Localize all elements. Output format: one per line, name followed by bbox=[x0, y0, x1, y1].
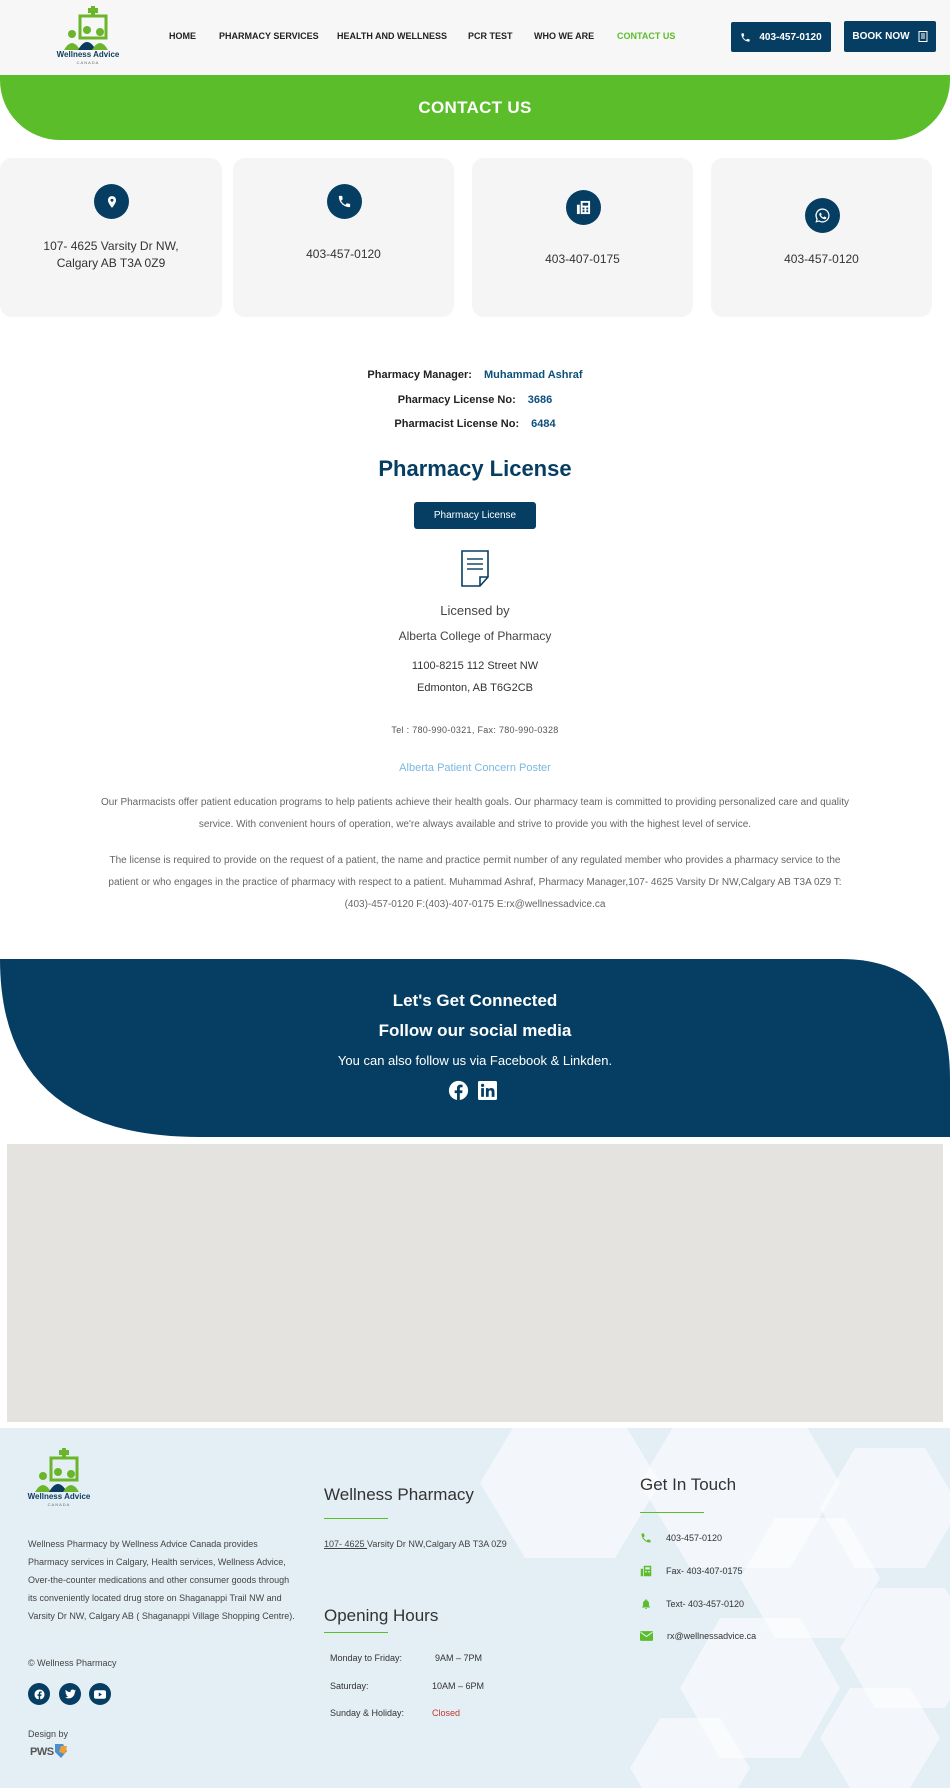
nav-who-we-are[interactable]: WHO WE ARE bbox=[534, 31, 594, 41]
bell-icon bbox=[642, 1599, 650, 1609]
phone-icon bbox=[741, 32, 750, 42]
book-now-button[interactable]: BOOK NOW bbox=[844, 21, 936, 52]
pharmacist-education-paragraph: Our Pharmacists offer patient education … bbox=[101, 797, 849, 830]
call-button-label: 403-457-0120 bbox=[759, 31, 822, 43]
mail-icon bbox=[640, 1631, 653, 1641]
hours-row-saturday: Saturday: 10AM – 6PM bbox=[330, 1681, 484, 1691]
phone-icon bbox=[641, 1533, 651, 1543]
get-in-touch-heading: Get In Touch bbox=[640, 1475, 737, 1494]
address-card: 107- 4625 Varsity Dr NW, Calgary AB T3A … bbox=[0, 158, 222, 317]
contact-row-phone[interactable]: 403-457-0120 bbox=[640, 1532, 722, 1544]
logo-subtext: CANADA bbox=[76, 60, 100, 65]
logo-text: Wellness Advice bbox=[56, 50, 120, 59]
social-subtitle: You can also follow us via Facebook & Li… bbox=[337, 1053, 613, 1068]
college-address-line-1: 1100-8215 112 Street NW bbox=[411, 660, 539, 672]
social-title-2: Follow our social media bbox=[378, 1021, 572, 1040]
page-title: CONTACT US bbox=[418, 97, 532, 117]
pws-logo-mark bbox=[55, 1744, 67, 1758]
footer-address: 107- 4625 Varsity Dr NW,Calgary AB T3A 0… bbox=[324, 1535, 507, 1553]
opening-hours-heading: Opening Hours bbox=[324, 1606, 439, 1625]
page-hero: CONTACT US bbox=[0, 75, 950, 140]
footer-twitter-icon[interactable] bbox=[59, 1683, 81, 1705]
hours-row-sunday: Sunday & Holiday: Closed bbox=[330, 1708, 460, 1718]
call-button[interactable]: 403-457-0120 bbox=[731, 22, 831, 52]
site-footer: Wellness Advice CANADA Wellness Pharmacy… bbox=[0, 1428, 950, 1788]
social-section: Let's Get Connected Follow our social me… bbox=[0, 959, 950, 1137]
college-tel-fax: Tel : 780-990-0321, Fax: 780-990-0328 bbox=[391, 725, 559, 735]
footer-logo-text: Wellness Advice bbox=[27, 1492, 91, 1501]
book-now-label: BOOK NOW bbox=[852, 31, 910, 42]
phone-card: 403-457-0120 bbox=[233, 158, 454, 317]
nav-home[interactable]: HOME bbox=[169, 31, 196, 41]
heading-underline bbox=[640, 1512, 704, 1513]
hours-time: 10AM – 6PM bbox=[432, 1681, 485, 1691]
footer-youtube-icon[interactable] bbox=[89, 1683, 111, 1705]
pharmacy-license-label: Pharmacy License No: bbox=[397, 394, 516, 406]
pharmacist-license-row: Pharmacist License No: 6484 bbox=[0, 418, 950, 430]
site-header: Wellness Advice CANADA HOME PHARMACY SER… bbox=[0, 0, 950, 75]
footer-copyright: © Wellness Pharmacy bbox=[28, 1658, 117, 1668]
pws-logo[interactable]: PWS bbox=[30, 1746, 54, 1758]
phone-icon bbox=[326, 184, 362, 219]
contact-row-fax[interactable]: Fax- 403-407-0175 bbox=[640, 1565, 743, 1577]
college-name: Alberta College of Pharmacy bbox=[398, 629, 552, 643]
contact-phone: 403-457-0120 bbox=[666, 1533, 723, 1543]
hours-day: Sunday & Holiday: bbox=[330, 1708, 405, 1718]
heading-underline bbox=[324, 1518, 388, 1519]
patient-concern-poster-link[interactable]: Alberta Patient Concern Poster bbox=[0, 762, 950, 774]
contact-row-email[interactable]: rx@wellnessadvice.ca bbox=[640, 1631, 756, 1641]
address-line-2: Calgary AB T3A 0Z9 bbox=[56, 256, 166, 270]
pharmacist-license-value: 6484 bbox=[531, 418, 556, 430]
heading-underline bbox=[324, 1632, 388, 1633]
license-requirement-paragraph: The license is required to provide on th… bbox=[108, 855, 842, 910]
footer-facebook-icon[interactable] bbox=[28, 1683, 50, 1705]
footer-about-text: Wellness Pharmacy by Wellness Advice Can… bbox=[28, 1539, 295, 1621]
manager-value: Muhammad Ashraf bbox=[483, 369, 583, 381]
pharmacy-license-heading: Pharmacy License bbox=[378, 456, 572, 481]
licensed-by-text: Licensed by bbox=[440, 603, 510, 618]
contact-row-text[interactable]: Text- 403-457-0120 bbox=[640, 1598, 744, 1610]
manager-label: Pharmacy Manager: bbox=[367, 369, 472, 381]
nav-health-and-wellness[interactable]: HEALTH AND WELLNESS bbox=[337, 31, 447, 41]
fax-card: 403-407-0175 bbox=[472, 158, 693, 317]
hours-closed: Closed bbox=[432, 1708, 461, 1718]
document-icon bbox=[918, 31, 928, 42]
nav-contact-us[interactable]: CONTACT US bbox=[617, 31, 675, 41]
contact-text: Text- 403-457-0120 bbox=[666, 1599, 745, 1609]
address-line-1: 107- 4625 Varsity Dr NW, bbox=[43, 239, 179, 253]
college-address-line-2: Edmonton, AB T6G2CB bbox=[417, 682, 533, 694]
footer-pharmacy-heading: Wellness Pharmacy bbox=[324, 1485, 474, 1504]
hours-time: 9AM – 7PM bbox=[435, 1653, 483, 1663]
manager-row: Pharmacy Manager: Muhammad Ashraf bbox=[0, 369, 950, 381]
linkedin-icon[interactable] bbox=[478, 1081, 497, 1100]
decor-hex bbox=[480, 1428, 660, 1558]
fax-number: 403-407-0175 bbox=[545, 252, 620, 266]
fax-icon bbox=[565, 190, 601, 225]
footer-address-rest: Varsity Dr NW,Calgary AB T3A 0Z9 bbox=[367, 1539, 507, 1549]
hours-day: Monday to Friday: bbox=[330, 1653, 403, 1663]
whatsapp-card: 403-457-0120 bbox=[711, 158, 932, 317]
footer-design-by: Design by bbox=[28, 1729, 69, 1739]
facebook-icon[interactable] bbox=[448, 1080, 469, 1101]
phone-number[interactable]: 403-457-0120 bbox=[233, 246, 454, 263]
nav-pharmacy-services[interactable]: PHARMACY SERVICES bbox=[219, 31, 319, 41]
social-title-1: Let's Get Connected bbox=[392, 991, 558, 1010]
footer-logo-subtext: CANADA bbox=[47, 1502, 71, 1507]
hours-day: Saturday: bbox=[330, 1681, 369, 1691]
nav-pcr-test[interactable]: PCR TEST bbox=[468, 31, 513, 41]
pharmacy-license-value: 3686 bbox=[527, 394, 553, 406]
fax-icon bbox=[640, 1565, 652, 1577]
contact-fax: Fax- 403-407-0175 bbox=[666, 1566, 743, 1576]
hours-row-weekday: Monday to Friday: 9AM – 7PM bbox=[330, 1653, 482, 1663]
whatsapp-icon bbox=[804, 198, 840, 233]
whatsapp-number[interactable]: 403-457-0120 bbox=[711, 251, 932, 268]
document-icon bbox=[461, 550, 489, 587]
contact-email: rx@wellnessadvice.ca bbox=[667, 1631, 757, 1641]
location-pin-icon bbox=[94, 184, 129, 219]
pharmacy-license-row: Pharmacy License No: 3686 bbox=[0, 394, 950, 406]
pharmacist-license-label: Pharmacist License No: bbox=[394, 418, 520, 430]
footer-address-link[interactable]: 107- 4625 bbox=[324, 1539, 367, 1549]
pharmacy-license-button[interactable]: Pharmacy License bbox=[414, 502, 536, 529]
map-embed[interactable] bbox=[7, 1144, 943, 1422]
